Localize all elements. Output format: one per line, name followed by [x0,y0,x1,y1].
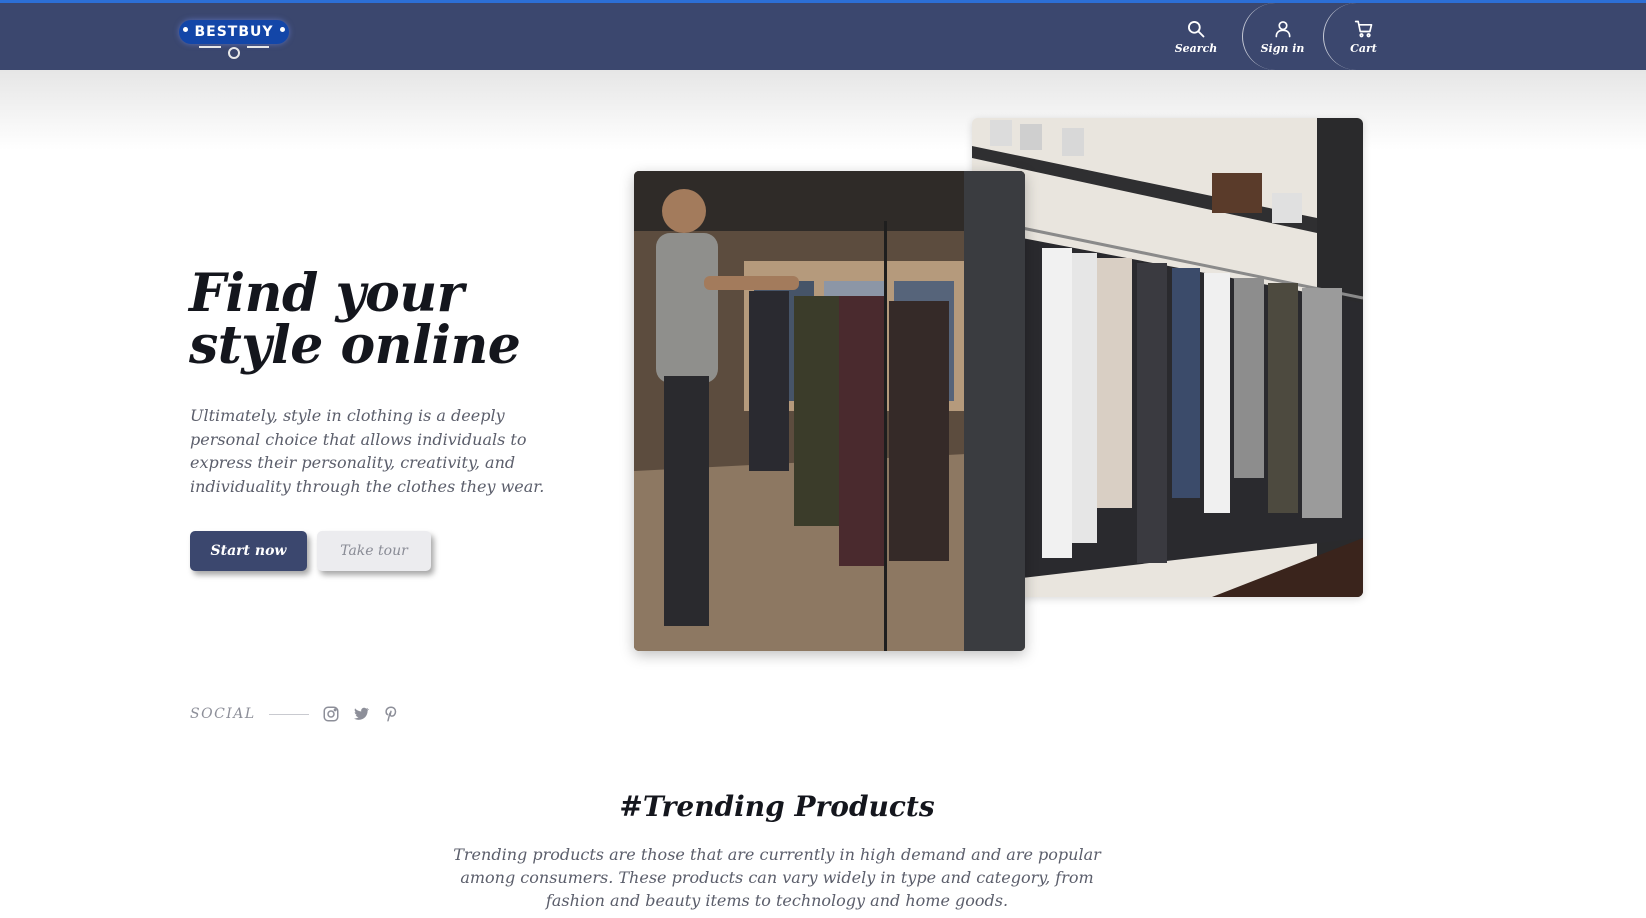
search-icon [1188,20,1205,37]
logo-ribbon-left [199,46,221,48]
trending-title: #Trending Products [619,790,935,823]
twitter-icon[interactable] [352,705,370,723]
man-shopping-illustration [634,171,1025,651]
trending-description: Trending products are those that are cur… [453,845,1101,910]
social-label: SOCIAL [190,706,256,722]
hero-title-line1: Find your [189,263,464,324]
user-icon [1275,20,1290,37]
navbar: BESTBUY Search Sign in Cart [0,3,1646,70]
start-now-button[interactable]: Start now [190,531,307,571]
logo-ribbon-right [247,46,269,48]
logo-dot-right [280,27,285,32]
hero-image-man-shopping [634,171,1025,651]
take-tour-button[interactable]: Take tour [317,531,431,571]
nav-search-button[interactable]: Search [1156,3,1236,70]
social-links: SOCIAL [190,703,412,725]
nav-signin-label: Sign in [1260,41,1305,55]
instagram-icon[interactable] [322,705,340,723]
logo-text: BESTBUY [179,20,289,44]
nav-cart-label: Cart [1350,41,1377,55]
logo-dot-left [183,27,188,32]
hero-title-line2: style online [189,315,521,376]
hero-image-clothing-rack [972,118,1363,597]
pinterest-icon[interactable] [382,705,400,723]
hero-description: Ultimately, style in clothing is a deepl… [190,406,545,496]
nav-cart-button[interactable]: Cart [1323,3,1403,70]
nav-search-label: Search [1174,41,1218,55]
nav-shadow [0,70,1646,150]
cart-icon [1354,20,1372,37]
brand-logo[interactable]: BESTBUY [179,17,289,65]
hero-title: Find your style online [189,268,569,372]
medal-icon [228,47,240,59]
nav-signin-button[interactable]: Sign in [1242,3,1322,70]
social-divider [268,713,309,715]
clothing-rack-illustration [972,118,1363,597]
